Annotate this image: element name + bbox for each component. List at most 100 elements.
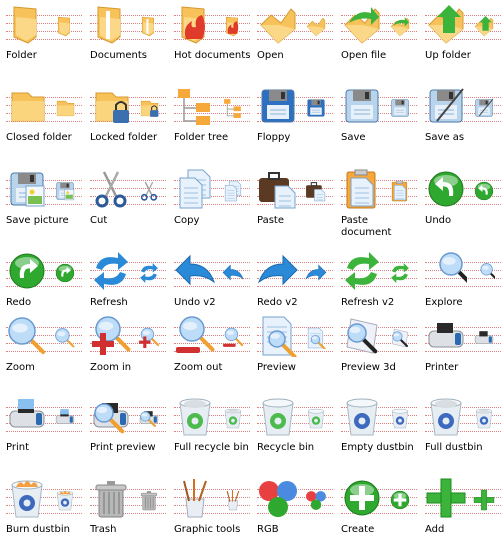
trash-can-icon	[95, 481, 127, 518]
icon-tile[interactable]: Paste	[251, 165, 333, 247]
icon-preview	[174, 168, 250, 210]
print-preview-small-icon	[139, 411, 159, 428]
icon-tile[interactable]: Add	[419, 474, 501, 556]
icon-tile[interactable]: Full dustbin	[419, 392, 501, 474]
icon-label: Undo	[425, 215, 452, 226]
icon-tile[interactable]: Printer	[419, 312, 501, 394]
paste-icon	[259, 172, 296, 209]
icon-label: Locked folder	[90, 132, 158, 143]
icon-preview	[425, 315, 501, 357]
icon-label: Undo v2	[174, 297, 216, 308]
print-small-icon	[55, 409, 75, 425]
preview-icon	[262, 316, 297, 357]
recycle-bin-icon	[262, 398, 294, 436]
icon-tile[interactable]: Create	[335, 474, 417, 556]
icon-preview	[90, 315, 166, 357]
icon-preview	[341, 395, 417, 437]
full-dustbin-small-icon	[475, 408, 493, 429]
icon-preview	[90, 85, 166, 127]
folder-small-icon	[57, 16, 70, 37]
icon-preview	[6, 168, 82, 210]
icon-preview	[174, 395, 250, 437]
icon-tile[interactable]: RGB	[251, 474, 333, 556]
icon-tile[interactable]: Full recycle bin	[168, 392, 250, 474]
icon-tile[interactable]: Empty dustbin	[335, 392, 417, 474]
icon-tile[interactable]: Preview 3d	[335, 312, 417, 394]
icon-tile[interactable]: Locked folder	[84, 82, 166, 164]
icon-label: Copy	[174, 215, 200, 226]
icon-label: Open file	[341, 50, 387, 61]
print-preview-icon	[93, 403, 129, 434]
icon-label: Recycle bin	[257, 442, 315, 453]
icon-tile[interactable]: Documents	[84, 0, 166, 82]
redo-small-icon	[55, 263, 75, 283]
zoom-out-icon	[176, 316, 215, 353]
icon-preview	[6, 395, 82, 437]
icon-tile[interactable]: Open	[251, 0, 333, 82]
zoom-in-small-icon	[139, 327, 160, 348]
icon-tile[interactable]: Save as	[419, 82, 501, 164]
icon-tile[interactable]: Preview	[251, 312, 333, 394]
icon-tile[interactable]: Hot documents	[168, 0, 250, 82]
print-icon	[9, 399, 45, 428]
folder-tree-icon	[178, 89, 210, 125]
icon-tile[interactable]: Open file	[335, 0, 417, 82]
icon-tile[interactable]: Paste document	[335, 165, 417, 247]
icon-tile[interactable]: Folder	[0, 0, 82, 82]
icon-tile[interactable]: Save picture	[0, 165, 82, 247]
preview-3d-small-icon	[391, 328, 409, 348]
icon-tile[interactable]: Cut	[84, 165, 166, 247]
icon-label: Documents	[90, 50, 148, 61]
zoom-in-icon	[92, 316, 131, 355]
icon-tile[interactable]: Copy	[168, 165, 250, 247]
open-folder-small-icon	[306, 17, 326, 37]
icon-tile[interactable]: Trash	[84, 474, 166, 556]
icon-tile[interactable]: Zoom in	[84, 312, 166, 394]
save-small-icon	[391, 99, 409, 117]
icon-preview	[6, 315, 82, 357]
icon-tile[interactable]: Zoom	[0, 312, 82, 394]
icon-label: Preview 3d	[341, 362, 396, 373]
full-dustbin-icon	[430, 398, 462, 436]
icon-tile[interactable]: Print preview	[84, 392, 166, 474]
up-folder-icon	[428, 5, 464, 44]
icon-label: Burn dustbin	[6, 524, 70, 535]
scissors-small-icon	[140, 181, 158, 201]
undo-v2-icon	[175, 254, 216, 286]
graphic-tools-small-icon	[226, 490, 240, 511]
preview-3d-icon	[346, 318, 378, 354]
icon-preview	[174, 477, 250, 519]
icon-preview	[257, 3, 333, 45]
printer-small-icon	[474, 331, 494, 345]
documents-folder-icon	[97, 6, 121, 44]
icon-tile[interactable]: Print	[0, 392, 82, 474]
printer-icon	[428, 323, 464, 348]
add-small-icon	[473, 489, 495, 511]
scissors-icon	[95, 171, 127, 208]
icon-label: Zoom in	[90, 362, 132, 373]
icon-tile[interactable]: Recycle bin	[251, 392, 333, 474]
icon-label: Up folder	[425, 50, 471, 61]
icon-tile[interactable]: Burn dustbin	[0, 474, 82, 556]
icon-label: RGB	[257, 524, 279, 535]
paste-document-small-icon	[391, 180, 408, 202]
icon-tile[interactable]: Closed folder	[0, 82, 82, 164]
save-as-icon	[429, 88, 464, 123]
icon-tile[interactable]: Zoom out	[168, 312, 250, 394]
add-icon	[426, 478, 466, 518]
burn-dustbin-small-icon	[56, 490, 74, 511]
folder-icon	[13, 6, 37, 44]
icon-label: Hot documents	[174, 50, 251, 61]
icon-label: Zoom	[6, 362, 35, 373]
icon-tile[interactable]: Graphic tools	[168, 474, 250, 556]
icon-label: Full dustbin	[425, 442, 483, 453]
icon-tile[interactable]: Up folder	[419, 0, 501, 82]
icon-tile[interactable]: Undo	[419, 165, 501, 247]
icon-preview	[6, 250, 82, 292]
icon-tile[interactable]: Floppy	[251, 82, 333, 164]
icon-tile[interactable]: Folder tree	[168, 82, 250, 164]
icon-tile[interactable]: Save	[335, 82, 417, 164]
icon-label: Cut	[90, 215, 108, 226]
icon-preview	[174, 85, 250, 127]
icon-label: Closed folder	[6, 132, 72, 143]
